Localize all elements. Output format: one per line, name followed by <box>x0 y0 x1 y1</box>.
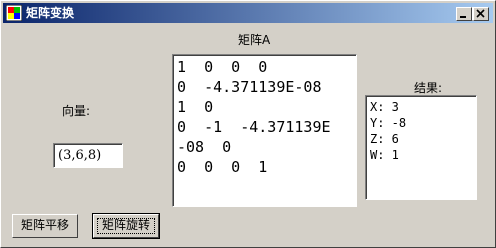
title-bar[interactable]: 矩阵变换 <box>3 3 493 23</box>
vector-label: 向量: <box>62 104 91 118</box>
vector-field[interactable] <box>53 143 123 168</box>
main-window: 矩阵变换 矩阵A 向量: 1 0 0 0 0 -4.371139E-08 1 0… <box>0 0 496 248</box>
close-icon <box>476 9 485 18</box>
matrix-translate-label: 矩阵平移 <box>20 218 69 232</box>
matrix-translate-button[interactable]: 矩阵平移 <box>12 214 78 238</box>
app-icon <box>6 5 22 21</box>
matrix-textbox[interactable]: 1 0 0 0 0 -4.371139E-08 1 0 0 -1 -4.3711… <box>172 54 357 207</box>
minimize-icon <box>460 16 466 18</box>
minimize-button[interactable] <box>456 7 472 21</box>
result-label: 结果: <box>414 81 443 95</box>
matrix-rotate-button[interactable]: 矩阵旋转 <box>92 213 160 239</box>
titlebar-spacer <box>490 7 493 21</box>
vector-input[interactable] <box>54 144 122 167</box>
close-button[interactable] <box>473 7 489 21</box>
window-title: 矩阵变换 <box>26 6 75 20</box>
focus-rect <box>97 218 155 234</box>
matrix-content: 1 0 0 0 0 -4.371139E-08 1 0 0 -1 -4.3711… <box>177 58 331 176</box>
result-textbox[interactable]: X: 3 Y: -8 Z: 6 W: 1 <box>365 95 477 200</box>
matrix-label: 矩阵A <box>238 33 271 47</box>
result-content: X: 3 Y: -8 Z: 6 W: 1 <box>370 100 407 162</box>
